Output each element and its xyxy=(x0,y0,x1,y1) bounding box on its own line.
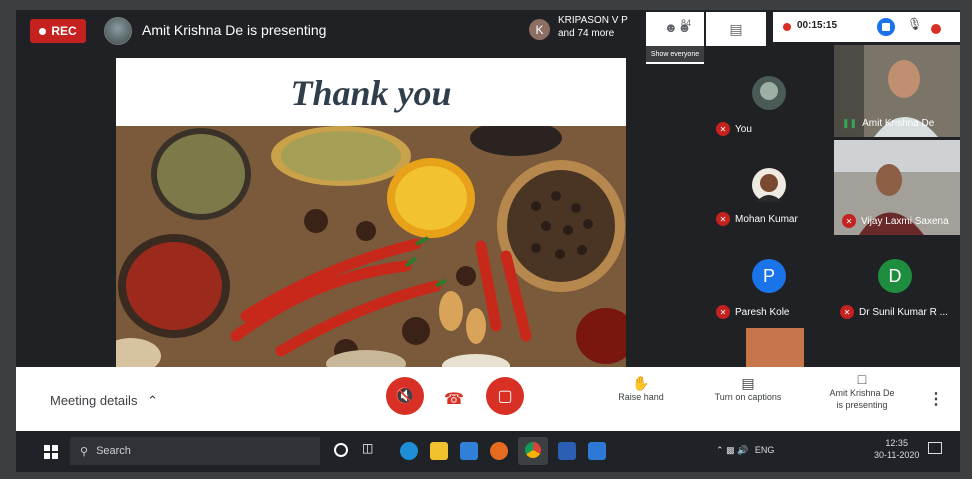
avatar xyxy=(752,76,786,110)
participant-name: Paresh Kole xyxy=(735,306,790,318)
recording-badge: REC xyxy=(30,19,86,43)
mic-toggle-button[interactable]: 🔇 xyxy=(386,377,424,415)
recording-controls: 00:15:15 🎙 xyxy=(773,12,960,42)
firefox-icon[interactable] xyxy=(490,442,508,460)
avatar: P xyxy=(752,259,786,293)
mic-off-icon: ✕ xyxy=(716,122,730,136)
presenter-avatar xyxy=(104,17,132,45)
system-tray[interactable]: ⌃ ▩ 🔊 ENG xyxy=(716,445,774,456)
participant-tile-you[interactable]: ✕ You xyxy=(708,58,830,148)
clock-time: 12:35 xyxy=(885,438,908,448)
presentation-button[interactable]: □ Amit Krishna De is presenting xyxy=(822,371,902,411)
cortana-icon[interactable] xyxy=(334,443,348,457)
language-indicator: ENG xyxy=(754,445,775,455)
hand-icon: ✋ xyxy=(632,375,650,391)
mic-off-icon: 🔇 xyxy=(395,388,415,405)
people-count: 84 xyxy=(681,18,692,28)
captions-button[interactable]: ▤ Turn on captions xyxy=(708,375,788,403)
extension-icon[interactable] xyxy=(931,24,941,34)
meeting-details-button[interactable]: Meeting details ⌃ xyxy=(50,393,158,409)
participant-name: Dr Sunil Kumar R ... xyxy=(859,306,948,318)
recording-timer: 00:15:15 xyxy=(797,20,838,31)
speaking-icon: ❚❚ xyxy=(842,118,858,128)
slide-title: Thank you xyxy=(290,73,452,113)
mic-off-icon: ✕ xyxy=(716,305,730,319)
volume-icon: 🔊 xyxy=(737,445,749,455)
captions-label: Turn on captions xyxy=(714,392,782,402)
taskbar-search[interactable]: ⚲ Search xyxy=(70,437,320,465)
participant-more: and 74 more xyxy=(558,28,615,39)
camera-toggle-button[interactable]: ▢ xyxy=(486,377,524,415)
mail-icon[interactable] xyxy=(460,442,478,460)
captions-icon: ▤ xyxy=(741,375,755,391)
show-everyone-tooltip: Show everyone xyxy=(646,46,704,62)
participant-name: Mohan Kumar xyxy=(735,213,798,225)
chevron-up-icon: ⌃ xyxy=(147,393,158,408)
presenting-title: Amit Krishna De is presenting xyxy=(142,22,327,38)
app-icon[interactable] xyxy=(588,442,606,460)
avatar: D xyxy=(878,259,912,293)
chrome-icon[interactable] xyxy=(518,437,548,465)
chat-button[interactable]: ▤ xyxy=(706,12,766,46)
record-dot-icon xyxy=(39,27,47,35)
participant-video-partial xyxy=(746,328,804,368)
avatar xyxy=(752,168,786,202)
presentation-slide: Thank you xyxy=(116,58,626,368)
chevron-up-icon: ⌃ xyxy=(716,445,724,455)
participant-tile-vijay[interactable]: ✕ Vijay Laxmi Saxena xyxy=(834,140,960,235)
word-icon[interactable] xyxy=(558,442,576,460)
file-explorer-icon[interactable] xyxy=(430,442,448,460)
mic-icon[interactable]: 🎙 xyxy=(907,17,922,31)
participant-name: KRIPASON V P xyxy=(558,15,628,26)
task-view-icon[interactable]: ◫ xyxy=(362,441,373,455)
raise-hand-button[interactable]: ✋ Raise hand xyxy=(616,375,666,403)
hang-up-icon: ☎ xyxy=(444,391,464,408)
participant-tile-paresh[interactable]: P ✕ Paresh Kole xyxy=(708,245,830,335)
presenting-line1: Amit Krishna De xyxy=(829,388,895,398)
participant-avatar: K xyxy=(529,19,550,40)
windows-taskbar: ⚲ Search ◫ ⌃ ▩ 🔊 ENG 12:35 30-11-2020 xyxy=(16,431,960,472)
spices-image xyxy=(116,126,626,368)
raise-hand-label: Raise hand xyxy=(618,392,664,402)
more-vert-icon: ⋮ xyxy=(928,391,944,408)
recording-dot-icon xyxy=(783,23,791,31)
taskbar-clock[interactable]: 12:35 30-11-2020 xyxy=(874,437,919,461)
participant-name: Vijay Laxmi Saxena xyxy=(861,215,949,227)
leave-call-button[interactable]: ☎ xyxy=(444,389,464,409)
rec-label: REC xyxy=(51,24,77,38)
network-icon: ▩ xyxy=(726,445,735,455)
participant-tile-sunil[interactable]: D ✕ Dr Sunil Kumar R ... xyxy=(834,245,960,335)
clock-date: 30-11-2020 xyxy=(874,450,920,460)
search-placeholder: Search xyxy=(96,445,131,457)
windows-start-icon[interactable] xyxy=(44,445,58,459)
chat-icon: ▤ xyxy=(729,20,743,37)
present-icon: □ xyxy=(857,371,867,387)
meet-window: REC Amit Krishna De is presenting K KRIP… xyxy=(16,10,960,472)
presenting-line2: is presenting xyxy=(836,400,888,410)
more-options-button[interactable]: ⋮ xyxy=(928,389,944,409)
edge-icon[interactable] xyxy=(400,442,418,460)
participant-name: You xyxy=(735,123,752,135)
mic-off-icon: ✕ xyxy=(840,305,854,319)
notification-icon[interactable] xyxy=(928,442,942,454)
stop-share-icon[interactable] xyxy=(877,18,895,36)
participant-tile-amit[interactable]: ❚❚ Amit Krishna De xyxy=(834,45,960,137)
mic-off-icon: ✕ xyxy=(842,214,856,228)
camera-off-icon: ▢ xyxy=(497,388,513,405)
meeting-details-label: Meeting details xyxy=(50,393,138,408)
mic-off-icon: ✕ xyxy=(716,212,730,226)
bottom-bar: Meeting details ⌃ 🔇 ☎ ▢ ✋ Raise hand ▤ T… xyxy=(16,367,960,431)
search-icon: ⚲ xyxy=(80,445,89,458)
participant-name: Amit Krishna De xyxy=(862,118,935,129)
participant-summary[interactable]: KRIPASON V P and 74 more xyxy=(558,14,628,40)
participant-tile-mohan[interactable]: ✕ Mohan Kumar xyxy=(708,150,830,240)
